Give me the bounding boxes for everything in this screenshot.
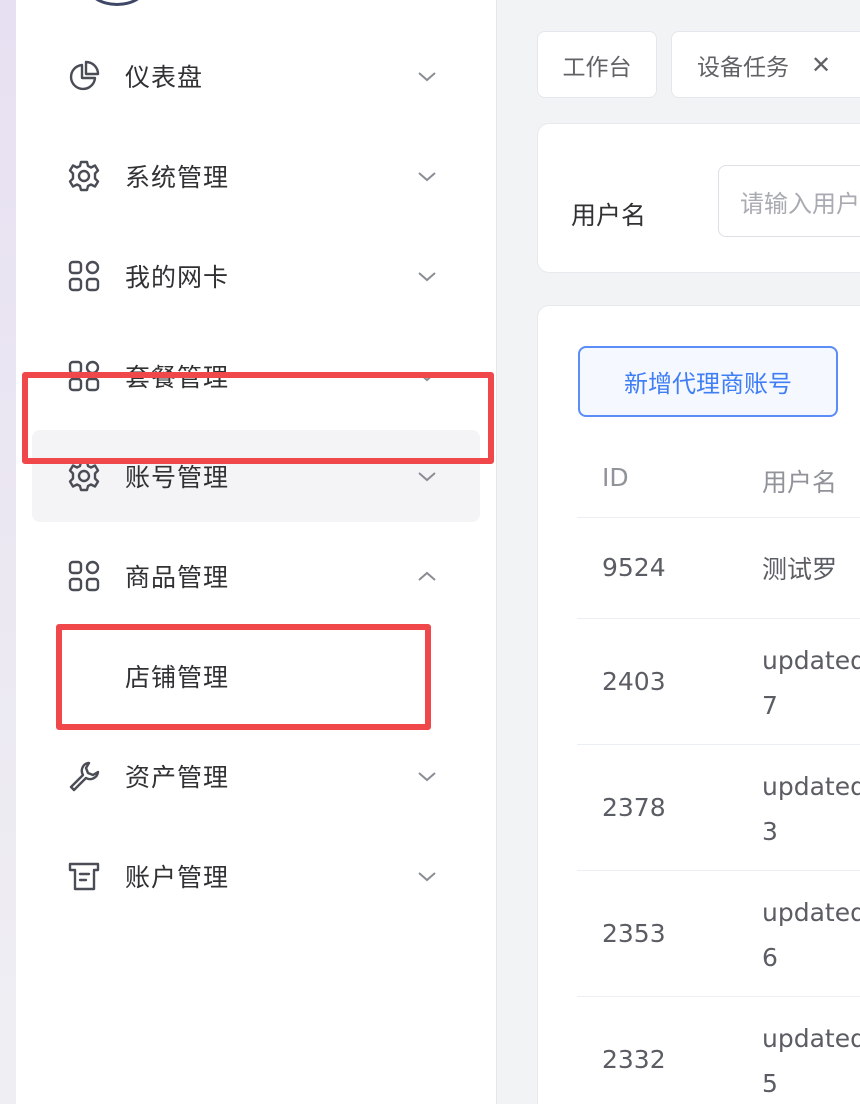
grid-icon <box>66 258 102 294</box>
wrench-icon <box>66 758 102 794</box>
grid-icon <box>66 558 102 594</box>
sidebar-item-label: 账号管理 <box>125 463 230 492</box>
row-divider <box>577 517 860 518</box>
cell-username-wrap: 3 <box>762 817 778 846</box>
cell-username: updated <box>762 898 860 927</box>
cell-username: updated <box>762 1024 860 1053</box>
sidebar-item-label: 套餐管理 <box>125 363 230 392</box>
row-divider <box>577 996 860 997</box>
chevron-down-icon <box>418 172 436 182</box>
sidebar-item-label: 资产管理 <box>125 763 230 792</box>
sidebar-item-goods[interactable]: 商品管理 <box>32 530 480 622</box>
cell-username: updated <box>762 646 860 675</box>
cell-username: 测试罗 <box>762 555 838 584</box>
sidebar-subitem-label: 店铺管理 <box>125 663 230 692</box>
pie-chart-icon <box>66 58 102 94</box>
sidebar-item-label: 系统管理 <box>125 163 230 192</box>
gear-icon <box>66 158 102 194</box>
row-divider <box>577 870 860 871</box>
cell-id: 2353 <box>602 919 666 948</box>
chevron-down-icon <box>418 272 436 282</box>
tab-label: 工作台 <box>562 54 632 81</box>
cell-username: updated <box>762 772 860 801</box>
username-input[interactable]: 请输入用户名 <box>718 165 860 237</box>
column-header-username[interactable]: 用户名 <box>762 463 837 499</box>
sidebar-item-assets[interactable]: 资产管理 <box>32 730 480 822</box>
document-icon <box>66 858 102 894</box>
cell-username-wrap: 6 <box>762 943 778 972</box>
sidebar-item-account[interactable]: 账号管理 <box>32 430 480 522</box>
sidebar-item-label: 仪表盘 <box>125 63 204 92</box>
cell-id: 9524 <box>602 553 666 582</box>
sidebar-item-label: 我的网卡 <box>125 263 230 292</box>
chevron-down-icon <box>418 372 436 382</box>
chevron-down-icon <box>418 872 436 882</box>
gear-icon <box>66 458 102 494</box>
tab-device-task[interactable]: 设备任务 ✕ <box>671 31 860 98</box>
sidebar-item-label: 商品管理 <box>125 563 230 592</box>
sidebar-item-billing[interactable]: 账户管理 <box>32 830 480 922</box>
cell-id: 2332 <box>602 1045 666 1074</box>
cell-username-wrap: 5 <box>762 1069 778 1098</box>
tab-label: 设备任务 <box>697 54 789 81</box>
chevron-down-icon <box>418 772 436 782</box>
sidebar-item-label: 账户管理 <box>125 863 230 892</box>
window-edge <box>0 0 16 1104</box>
close-icon[interactable]: ✕ <box>811 51 831 79</box>
row-divider <box>577 618 860 619</box>
sidebar-item-my-card[interactable]: 我的网卡 <box>32 230 480 322</box>
add-agent-button[interactable]: 新增代理商账号 <box>578 346 838 417</box>
cell-id: 2403 <box>602 667 666 696</box>
sidebar: 仪表盘 系统管理 我的网卡 套餐管理 账号管理 商品管理 店铺管理 资产管理 账… <box>16 0 497 1104</box>
cell-id: 2378 <box>602 793 666 822</box>
sidebar-item-dashboard[interactable]: 仪表盘 <box>32 30 480 122</box>
sidebar-subitem-shop[interactable]: 店铺管理 <box>32 630 480 722</box>
main-content: 工作台 设备任务 ✕ 用户名 请输入用户名 新增代理商账号 ID 用户名 952… <box>497 0 860 1104</box>
chevron-up-icon <box>418 571 436 581</box>
username-filter-label: 用户名 <box>571 201 647 230</box>
column-header-id: ID <box>602 463 629 492</box>
tab-workbench[interactable]: 工作台 <box>537 31 657 98</box>
sidebar-item-system[interactable]: 系统管理 <box>32 130 480 222</box>
cell-username-wrap: 7 <box>762 691 778 720</box>
row-divider <box>577 744 860 745</box>
table-card <box>537 305 860 1104</box>
sidebar-item-package[interactable]: 套餐管理 <box>32 330 480 422</box>
avatar[interactable] <box>86 0 148 6</box>
grid-icon <box>66 358 102 394</box>
chevron-down-icon <box>418 72 436 82</box>
chevron-down-icon <box>418 472 436 482</box>
